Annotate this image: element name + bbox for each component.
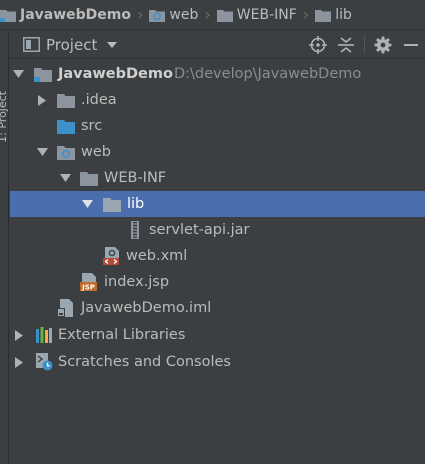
tree-node-label: JavawebDemo.iml (81, 300, 212, 316)
tree-node-path: D:\develop\JavawebDemo (174, 66, 362, 82)
chevron-down-icon[interactable] (12, 61, 24, 87)
folder-icon (80, 169, 98, 187)
hide-icon[interactable] (397, 31, 425, 59)
project-view-icon (23, 37, 40, 52)
breadcrumb-label: web (169, 6, 199, 23)
tree-node-label: WEB-INF (104, 170, 167, 186)
project-folder-icon (34, 65, 52, 83)
settings-icon[interactable] (369, 31, 397, 59)
collapse-all-icon[interactable] (332, 31, 360, 59)
breadcrumb-item-web[interactable]: web (149, 0, 199, 29)
chevron-down-icon[interactable] (36, 139, 48, 165)
breadcrumb: JavawebDemo › web › WEB-INF › lib (0, 0, 425, 30)
tree-node-lib[interactable]: lib (10, 191, 425, 217)
source-folder-icon (57, 117, 75, 135)
tree-node-web-inf[interactable]: WEB-INF (10, 165, 425, 191)
tree-node-label: servlet-api.jar (149, 222, 250, 238)
tree-node-iml[interactable]: JavawebDemo.iml (10, 295, 425, 321)
dropdown-icon[interactable] (107, 41, 118, 48)
folder-icon (103, 195, 121, 213)
tree-node-scratches[interactable]: Scratches and Consoles (10, 349, 425, 375)
tree-node-label: index.jsp (104, 274, 170, 290)
tree-node-idea[interactable]: .idea (10, 87, 425, 113)
xml-file-icon (103, 247, 121, 265)
jsp-file-icon: JSP (80, 273, 98, 291)
locate-icon[interactable] (304, 31, 332, 59)
chevron-down-icon[interactable] (81, 191, 93, 217)
tree-node-label: web.xml (126, 248, 188, 264)
chevron-right-icon[interactable] (13, 349, 25, 375)
tree-node-web[interactable]: web (10, 139, 425, 165)
chevron-right-icon: › (137, 5, 144, 24)
tree-node-label: web (81, 144, 111, 160)
tree-node-label: lib (127, 196, 145, 212)
tree-node-external-libraries[interactable]: External Libraries (10, 322, 425, 348)
breadcrumb-label: JavawebDemo (20, 6, 132, 23)
project-tool-tab[interactable]: 1: Project (0, 91, 9, 143)
web-folder-icon (149, 8, 166, 22)
tree-node-servlet-jar[interactable]: servlet-api.jar (10, 217, 425, 243)
folder-icon (315, 8, 332, 22)
breadcrumb-item-web-inf[interactable]: WEB-INF (216, 0, 297, 29)
breadcrumb-label: WEB-INF (236, 6, 297, 23)
divider (364, 36, 365, 54)
tree-node-label: .idea (81, 92, 117, 108)
chevron-right-icon[interactable] (13, 322, 25, 348)
chevron-right-icon[interactable] (36, 87, 48, 113)
tree-node-label: JavawebDemo (58, 66, 173, 82)
scratches-icon (35, 353, 53, 371)
tree-node-index-jsp[interactable]: JSP index.jsp (10, 269, 425, 295)
breadcrumb-label: lib (335, 6, 352, 23)
folder-icon (216, 8, 233, 22)
library-icon (35, 326, 53, 344)
tree-node-label: src (81, 118, 103, 134)
project-folder-icon (0, 8, 16, 22)
breadcrumb-item-lib[interactable]: lib (315, 0, 352, 29)
panel-title[interactable]: Project (46, 36, 97, 54)
chevron-down-icon[interactable] (59, 165, 71, 191)
tree-node-src[interactable]: src (10, 113, 425, 139)
chevron-right-icon: › (204, 5, 211, 24)
tree-node-label: External Libraries (58, 327, 186, 343)
tool-window-stripe[interactable]: 1: Project (0, 31, 9, 464)
web-folder-icon (57, 143, 75, 161)
chevron-right-icon: › (302, 5, 310, 24)
svg-text:JSP: JSP (81, 283, 95, 291)
breadcrumb-item-project[interactable]: JavawebDemo (0, 0, 132, 29)
folder-icon (57, 91, 75, 109)
project-panel-header: Project (10, 31, 425, 59)
tree-node-web-xml[interactable]: web.xml (10, 243, 425, 269)
tree-node-root[interactable]: JavawebDemo D:\develop\JavawebDemo (10, 61, 425, 87)
module-file-icon (57, 299, 75, 317)
tree-node-label: Scratches and Consoles (58, 354, 231, 370)
jar-file-icon (126, 221, 144, 239)
